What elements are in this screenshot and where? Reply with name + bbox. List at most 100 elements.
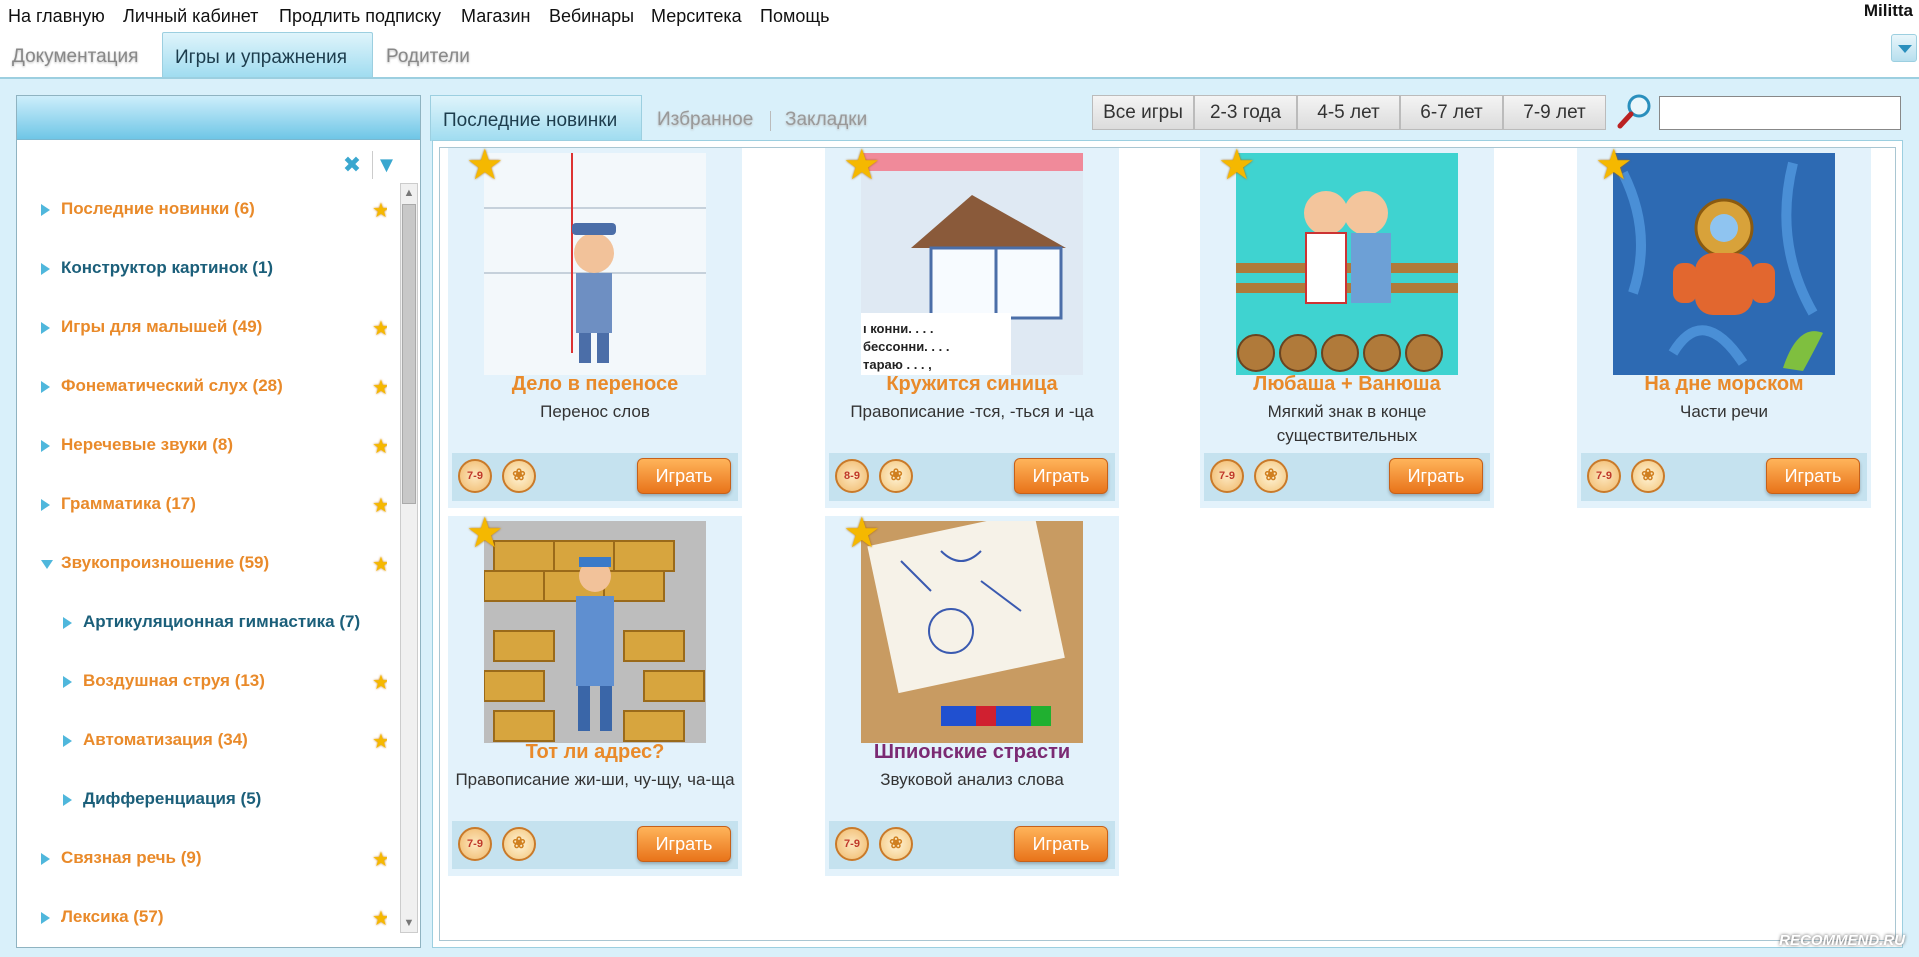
tree-item[interactable]: Артикуляционная гимнастика (7): [63, 609, 387, 639]
filter-age-6-7[interactable]: 6-7 лет: [1400, 95, 1503, 130]
game-title[interactable]: Дело в переносе: [448, 373, 742, 396]
game-thumbnail[interactable]: [1236, 153, 1458, 375]
game-title[interactable]: Кружится синица: [825, 373, 1119, 396]
collapsed-arrow-icon[interactable]: [41, 204, 50, 216]
nav-shop-link[interactable]: Магазин: [461, 6, 530, 27]
play-button[interactable]: Играть: [637, 458, 731, 494]
tree-item[interactable]: Лексика (57): [41, 904, 387, 934]
play-button[interactable]: Играть: [1389, 458, 1483, 494]
tree-item[interactable]: Конструктор картинок (1): [41, 255, 387, 285]
age-badge: 8-9: [835, 459, 869, 493]
soccer-ball-icon: ❀: [502, 827, 536, 861]
sidebar-scrollbar[interactable]: ▲ ▼: [400, 183, 418, 933]
tree-item[interactable]: Неречевые звуки (8): [41, 432, 387, 462]
card-footer: 7-9 ❀ Играть: [1204, 453, 1490, 501]
filter-age-7-9[interactable]: 7-9 лет: [1503, 95, 1606, 130]
nav-home-link[interactable]: На главную: [8, 6, 105, 27]
collapsed-arrow-icon[interactable]: [63, 676, 72, 688]
collapsed-arrow-icon[interactable]: [41, 499, 50, 511]
tab-bookmarks[interactable]: Закладки: [773, 95, 879, 141]
game-title[interactable]: Шпионские страсти: [825, 741, 1119, 764]
new-star-icon: ★: [1218, 141, 1256, 188]
game-thumbnail[interactable]: ı конни. . . . бессонни. . . . тараю . . .…: [861, 153, 1083, 375]
scroll-up-icon[interactable]: ▲: [401, 184, 417, 202]
new-star-icon: ★: [1595, 141, 1633, 188]
age-badge-value: 7-9: [467, 838, 483, 850]
tree-item[interactable]: Звукопроизношение (59): [41, 550, 387, 580]
nav-help-link[interactable]: Помощь: [760, 6, 830, 27]
tree-item[interactable]: Автоматизация (34): [63, 727, 387, 757]
nav-mersiteka-link[interactable]: Мерситека: [651, 6, 742, 27]
search-icon[interactable]: [1615, 91, 1655, 131]
nav-webinars-link[interactable]: Вебинары: [549, 6, 634, 27]
age-badge-value: 7-9: [844, 838, 860, 850]
play-button[interactable]: Играть: [637, 826, 731, 862]
filter-icon[interactable]: ▼: [372, 151, 400, 179]
tab-documentation[interactable]: Документация: [0, 32, 150, 78]
game-title[interactable]: Любаша + Ванюша: [1200, 373, 1494, 396]
game-thumbnail[interactable]: [861, 521, 1083, 743]
collapsed-arrow-icon[interactable]: [41, 322, 50, 334]
play-button[interactable]: Играть: [1014, 458, 1108, 494]
collapsed-arrow-icon[interactable]: [63, 617, 72, 629]
soccer-ball-icon: ❀: [502, 459, 536, 493]
search-input[interactable]: [1659, 96, 1901, 130]
game-card[interactable]: ★ Любаша + Ванюша Мягкий знак в конце суще…: [1200, 141, 1494, 508]
tree-item[interactable]: Дифференциация (5): [63, 786, 387, 816]
game-card[interactable]: ★ Тот ли адрес? Правописание жи-ши, чу-щу,…: [448, 509, 742, 876]
tree-item[interactable]: Связная речь (9): [41, 845, 387, 875]
game-title[interactable]: На дне морском: [1577, 373, 1871, 396]
collapsed-arrow-icon[interactable]: [41, 381, 50, 393]
tree-item-label: Артикуляционная гимнастика (7): [83, 612, 361, 631]
game-card[interactable]: ★ Шпионские страсти Звуковой анализ слова 7…: [825, 509, 1119, 876]
game-card[interactable]: ★ ı конни. . . . бессонни. . . . тараю . . …: [825, 141, 1119, 508]
cards-frame: ★ Дело в переносе Перенос слов 7-9 ❀ Играть ★ ı…: [432, 140, 1903, 948]
tree-item[interactable]: Фонематический слух (28): [41, 373, 387, 403]
tab-favorites[interactable]: Избранное: [645, 95, 765, 141]
filter-all-games[interactable]: Все игры: [1092, 95, 1194, 130]
new-star-icon: ★: [372, 377, 387, 399]
username[interactable]: Militta: [1864, 1, 1913, 21]
age-badge-value: 8-9: [844, 470, 860, 482]
tree-item[interactable]: Последние новинки (6): [41, 196, 387, 226]
game-thumbnail[interactable]: [484, 521, 706, 743]
scroll-down-icon[interactable]: ▼: [401, 914, 417, 932]
tree-item-label: Связная речь (9): [61, 848, 202, 867]
tree-item-label: Грамматика (17): [61, 494, 196, 513]
dropdown-toggle-button[interactable]: [1891, 34, 1917, 62]
tree-item[interactable]: Воздушная струя (13): [63, 668, 387, 698]
age-badge-value: 7-9: [1219, 470, 1235, 482]
age-badge-value: 7-9: [1596, 470, 1612, 482]
play-button[interactable]: Играть: [1014, 826, 1108, 862]
game-description: Правописание -тся, -ться и -ца: [850, 402, 1094, 421]
game-card[interactable]: ★ Дело в переносе Перенос слов 7-9 ❀ Играть: [448, 141, 742, 508]
tab-games[interactable]: Игры и упражнения: [162, 32, 373, 78]
card-footer: 7-9 ❀ Играть: [452, 821, 738, 869]
sidebar-header: [17, 96, 420, 140]
nav-account-link[interactable]: Личный кабинет: [123, 6, 258, 27]
nav-renew-link[interactable]: Продлить подписку: [279, 6, 441, 27]
tree-item-label: Фонематический слух (28): [61, 376, 283, 395]
collapsed-arrow-icon[interactable]: [41, 263, 50, 275]
game-thumbnail[interactable]: [1613, 153, 1835, 375]
top-navigation: На главную Личный кабинет Продлить подпи…: [0, 0, 1919, 34]
play-button[interactable]: Играть: [1766, 458, 1860, 494]
filter-age-2-3[interactable]: 2-3 года: [1194, 95, 1297, 130]
game-card[interactable]: ★ На дне морском Части речи 7-9 ❀ Играть: [1577, 141, 1871, 508]
collapsed-arrow-icon[interactable]: [41, 853, 50, 865]
expanded-arrow-icon[interactable]: [41, 560, 53, 569]
game-thumbnail[interactable]: [484, 153, 706, 375]
tab-latest[interactable]: Последние новинки: [430, 95, 642, 141]
scroll-thumb[interactable]: [402, 204, 416, 504]
wrench-icon[interactable]: ✖: [338, 151, 366, 179]
game-title[interactable]: Тот ли адрес?: [448, 741, 742, 764]
collapsed-arrow-icon[interactable]: [63, 735, 72, 747]
tree-item[interactable]: Грамматика (17): [41, 491, 387, 521]
tab-parents[interactable]: Родители: [374, 32, 482, 78]
new-star-icon: ★: [372, 200, 387, 222]
filter-age-4-5[interactable]: 4-5 лет: [1297, 95, 1400, 130]
collapsed-arrow-icon[interactable]: [41, 440, 50, 452]
collapsed-arrow-icon[interactable]: [41, 912, 50, 924]
collapsed-arrow-icon[interactable]: [63, 794, 72, 806]
tree-item[interactable]: Игры для малышей (49): [41, 314, 387, 344]
